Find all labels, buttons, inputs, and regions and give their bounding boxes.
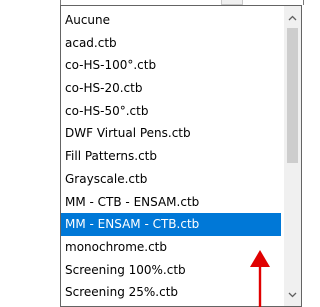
list-item-fill-patterns[interactable]: Fill Patterns.ctb	[61, 145, 281, 168]
chevron-up-icon[interactable]	[284, 10, 301, 27]
list-item-mm-ensam-ctb-selected[interactable]: MM - ENSAM - CTB.ctb	[61, 213, 281, 236]
list-item-mm-ctb-ensam[interactable]: MM - CTB - ENSAM.ctb	[61, 191, 281, 214]
list-item-grayscale[interactable]: Grayscale.ctb	[61, 168, 281, 191]
screenshot-stage: Aucune acad.ctb co-HS-100°.ctb co-HS-20.…	[0, 0, 313, 307]
list-item-dwf-virtual-pens[interactable]: DWF Virtual Pens.ctb	[61, 122, 281, 145]
red-arrow-annotation-icon	[250, 250, 270, 307]
list-item-co-hs-20[interactable]: co-HS-20.ctb	[61, 77, 281, 100]
list-item-aucune[interactable]: Aucune	[61, 9, 281, 32]
scrollbar-thumb[interactable]	[287, 28, 298, 163]
vertical-scrollbar[interactable]	[284, 6, 301, 306]
list-item-co-hs-100[interactable]: co-HS-100°.ctb	[61, 54, 281, 77]
chevron-down-icon[interactable]	[284, 287, 301, 304]
list-item-acad[interactable]: acad.ctb	[61, 32, 281, 55]
list-item-co-hs-50[interactable]: co-HS-50°.ctb	[61, 100, 281, 123]
